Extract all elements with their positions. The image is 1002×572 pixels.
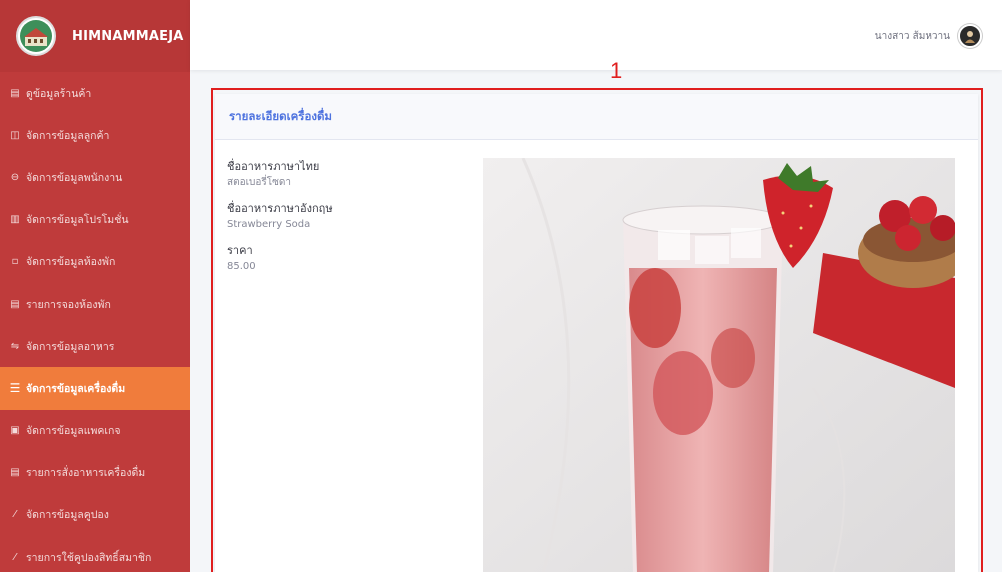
sidebar-item-label: จัดการข้อมูลพนักงาน xyxy=(26,171,123,184)
drink-photo xyxy=(483,158,955,572)
brand-logo xyxy=(16,16,56,56)
sidebar-menu: ▤ ดูข้อมูลร้านค้า ◫ จัดการข้อมูลลูกค้า ⊖ จัดก… xyxy=(0,72,190,572)
user-menu[interactable]: นางสาว ส้มหวาน xyxy=(875,24,982,48)
sidebar-item[interactable]: ◫ จัดการข้อมูลลูกค้า xyxy=(0,114,190,156)
sidebar-item[interactable]: ⁄ รายการใช้คูปองสิทธิ์สมาชิก xyxy=(0,536,190,572)
sidebar-item-label: จัดการข้อมูลแพคเกจ xyxy=(26,425,121,438)
bed-icon: ▫ xyxy=(11,256,19,268)
users-icon: ◫ xyxy=(10,129,20,141)
user-name: นางสาว ส้มหวาน xyxy=(874,30,950,42)
card-header: รายละเอียดเครื่องดื่ม xyxy=(215,94,978,140)
drink-icon: ☰ xyxy=(9,381,21,396)
gift-icon: ▣ xyxy=(10,425,20,437)
drink-detail-card: รายละเอียดเครื่องดื่ม ชื่ออาหารภาษาไทย ส… xyxy=(215,94,978,572)
calendar-icon: ▥ xyxy=(10,214,20,226)
list-icon: ▤ xyxy=(10,298,20,310)
sidebar-item-label: รายการสั่งอาหารเครื่องดื่ม xyxy=(26,467,146,480)
field-label: ชื่ออาหารภาษาไทย xyxy=(227,160,320,173)
sidebar-item[interactable]: ▫ จัดการข้อมูลห้องพัก xyxy=(0,241,190,283)
sidebar-item-label: รายการจองห้องพัก xyxy=(26,298,111,311)
field-value: Strawberry Soda xyxy=(227,219,311,230)
sidebar-item-label: จัดการข้อมูลคูปอง xyxy=(26,509,109,522)
english-name-field: ชื่ออาหารภาษาอังกฤษ Strawberry Soda xyxy=(227,200,467,232)
annotation-number: 1 xyxy=(610,58,623,83)
sidebar-item[interactable]: ▣ จัดการข้อมูลแพคเกจ xyxy=(0,410,190,452)
pen-icon: ⁄ xyxy=(14,551,16,563)
sidebar-item-label: จัดการข้อมูลอาหาร xyxy=(26,340,115,353)
sidebar-item[interactable]: ▥ จัดการข้อมูลโปรโมชั่น xyxy=(0,199,190,241)
sidebar-item-label: รายการใช้คูปองสิทธิ์สมาชิก xyxy=(26,551,152,564)
field-label: ราคา xyxy=(227,244,253,257)
card-title: รายละเอียดเครื่องดื่ม xyxy=(229,108,333,123)
sidebar-item-label: จัดการข้อมูลโปรโมชั่น xyxy=(26,214,129,227)
drink-details: ชื่ออาหารภาษาไทย สตอเบอรี่โซดา ชื่ออาหาร… xyxy=(227,158,467,284)
food-icon: ⇋ xyxy=(10,340,20,352)
sidebar-item-label: ดูข้อมูลร้านค้า xyxy=(26,87,92,100)
sidebar-item[interactable]: ▤ ดูข้อมูลร้านค้า xyxy=(0,72,190,114)
field-value: สตอเบอรี่โซดา xyxy=(227,177,292,188)
thai-name-field: ชื่ออาหารภาษาไทย สตอเบอรี่โซดา xyxy=(227,158,467,190)
field-value: 85.00 xyxy=(227,261,256,272)
sidebar-item[interactable]: ⁄ จัดการข้อมูลคูปอง xyxy=(0,494,190,536)
table-icon: ▤ xyxy=(10,87,20,99)
sidebar-item[interactable]: ☰ จัดการข้อมูลเครื่องดื่ม xyxy=(0,367,190,410)
avatar[interactable] xyxy=(958,24,982,48)
receipt-icon: ▤ xyxy=(10,467,20,479)
brand-name: HIMNAMMAEJA xyxy=(72,28,184,44)
price-field: ราคา 85.00 xyxy=(227,242,467,274)
sidebar-item-label: จัดการข้อมูลลูกค้า xyxy=(26,129,110,142)
field-label: ชื่ออาหารภาษาอังกฤษ xyxy=(227,202,333,215)
sidebar-item-label: จัดการข้อมูลเครื่องดื่ม xyxy=(26,382,126,395)
sidebar-item[interactable]: ▤ รายการสั่งอาหารเครื่องดื่ม xyxy=(0,452,190,494)
sidebar-item[interactable]: ⊖ จัดการข้อมูลพนักงาน xyxy=(0,156,190,198)
sidebar-item[interactable]: ▤ รายการจองห้องพัก xyxy=(0,283,190,325)
topbar: นางสาว ส้มหวาน xyxy=(190,0,1002,70)
brand[interactable]: HIMNAMMAEJA xyxy=(0,0,190,72)
sidebar: HIMNAMMAEJA ▤ ดูข้อมูลร้านค้า ◫ จัดการข้อมู… xyxy=(0,0,190,572)
pen-icon: ⁄ xyxy=(14,509,16,521)
car-icon: ⊖ xyxy=(10,171,20,183)
sidebar-item-label: จัดการข้อมูลห้องพัก xyxy=(26,256,116,269)
sidebar-item[interactable]: ⇋ จัดการข้อมูลอาหาร xyxy=(0,325,190,367)
